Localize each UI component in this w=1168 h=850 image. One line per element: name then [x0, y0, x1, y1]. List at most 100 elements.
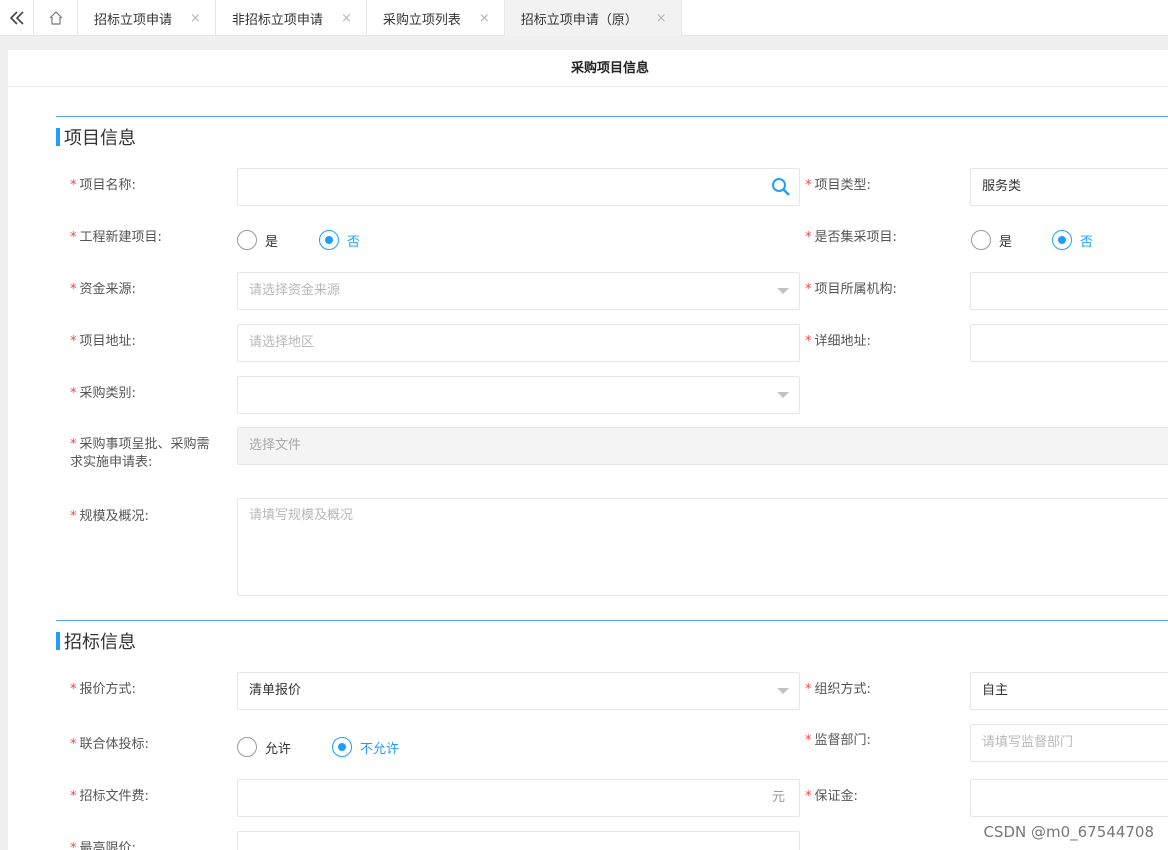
supervise-dept-input[interactable]: 请填写监督部门 [970, 724, 1168, 762]
supervise-dept-label: * 监督部门: [805, 732, 871, 750]
radio-label: 否 [1080, 234, 1094, 250]
select-value: 清单报价 [249, 683, 302, 698]
label-text: 最高限价: [79, 841, 136, 850]
textarea-placeholder: 请填写规模及概况 [249, 508, 354, 523]
label-text: 监督部门: [814, 733, 871, 748]
centralized-yes-radio[interactable]: 是 [971, 230, 1012, 250]
radio-label: 是 [265, 234, 279, 250]
org-method-field[interactable]: 自主 [970, 672, 1168, 710]
new-construction-no-radio[interactable]: 否 [319, 230, 360, 250]
label-text: 详细地址: [814, 334, 871, 349]
radio-label: 允许 [265, 741, 292, 757]
label-text: 组织方式: [814, 682, 871, 697]
max-price-label: * 最高限价: [70, 840, 136, 850]
radio-circle [332, 737, 352, 757]
home-icon[interactable] [34, 0, 78, 36]
required-mark: * [70, 509, 77, 524]
label-text: 规模及概况: [79, 509, 149, 524]
watermark: CSDN @m0_67544708 [983, 823, 1154, 841]
required-mark: * [70, 282, 77, 297]
required-mark: * [70, 230, 77, 245]
org-label: * 项目所属机构: [805, 281, 897, 299]
deposit-label: * 保证金: [805, 788, 858, 806]
fund-source-select[interactable]: 请选择资金来源 [237, 272, 800, 310]
file-select-input[interactable]: 选择文件 [237, 427, 1168, 465]
section-marker [56, 128, 60, 146]
label-text: 报价方式: [79, 682, 136, 697]
tab-purchase-list[interactable]: 采购立项列表 × [367, 0, 505, 36]
input-placeholder: 请填写监督部门 [982, 735, 1074, 750]
close-icon[interactable]: × [190, 11, 201, 26]
deposit-input[interactable] [970, 779, 1168, 817]
label-text: 项目地址: [79, 334, 136, 349]
required-mark: * [805, 282, 812, 297]
quote-method-select[interactable]: 清单报价 [237, 672, 800, 710]
scale-textarea[interactable]: 请填写规模及概况 [237, 498, 1168, 596]
radio-circle [1052, 230, 1072, 250]
input-placeholder: 请选择地区 [249, 335, 315, 350]
label-text: 是否集采项目: [814, 230, 897, 245]
input-value: 自主 [982, 683, 1009, 698]
detail-address-input[interactable] [970, 324, 1168, 362]
required-mark: * [70, 682, 77, 697]
consortium-disallow-radio[interactable]: 不允许 [332, 737, 399, 757]
input-value: 服务类 [982, 179, 1022, 194]
radio-circle [319, 230, 339, 250]
radio-circle [237, 230, 257, 250]
search-icon[interactable] [769, 175, 793, 199]
max-price-input[interactable] [237, 831, 800, 850]
close-icon[interactable]: × [479, 11, 490, 26]
section-title-text: 项目信息 [64, 128, 136, 149]
label-text: 采购类别: [79, 386, 136, 401]
consortium-allow-radio[interactable]: 允许 [237, 737, 291, 757]
project-type-label: * 项目类型: [805, 177, 871, 195]
required-mark: * [70, 178, 77, 193]
required-mark: * [70, 737, 77, 752]
tab-non-bid-apply[interactable]: 非招标立项申请 × [216, 0, 367, 36]
required-mark: * [805, 733, 812, 748]
label-text: 项目名称: [79, 178, 136, 193]
centralized-label: * 是否集采项目: [805, 229, 897, 247]
doc-fee-input[interactable]: 元 [237, 779, 800, 817]
required-mark: * [70, 386, 77, 401]
detail-address-label: * 详细地址: [805, 333, 871, 351]
section-title-text: 招标信息 [64, 632, 136, 653]
doc-fee-label: * 招标文件费: [70, 788, 149, 806]
radio-circle [237, 737, 257, 757]
section-marker [56, 632, 60, 650]
purchase-category-select[interactable] [237, 376, 800, 414]
required-mark: * [805, 789, 812, 804]
project-type-field[interactable]: 服务类 [970, 168, 1168, 206]
label-text: 招标文件费: [79, 789, 149, 804]
required-mark: * [805, 334, 812, 349]
radio-label: 否 [347, 234, 361, 250]
tab-label: 采购立项列表 [382, 12, 461, 28]
required-mark: * [70, 789, 77, 804]
collapse-menu-icon[interactable] [0, 0, 34, 36]
section-title-bid: 招标信息 [56, 628, 136, 654]
tab-label: 招标立项申请（原） [520, 12, 638, 28]
tab-label: 非招标立项申请 [231, 12, 323, 28]
label-text: 项目所属机构: [814, 282, 897, 297]
org-input[interactable] [970, 272, 1168, 310]
new-construction-yes-radio[interactable]: 是 [237, 230, 278, 250]
close-icon[interactable]: × [656, 11, 667, 26]
centralized-no-radio[interactable]: 否 [1052, 230, 1093, 250]
form-panel: 采购项目信息 项目信息 * 项目名称: * 项目类型: 服务类 * 工程新建项目: 是… [8, 50, 1168, 850]
project-name-input[interactable] [237, 168, 800, 206]
tab-bid-apply[interactable]: 招标立项申请 × [78, 0, 216, 36]
required-mark: * [70, 334, 77, 349]
required-mark: * [805, 682, 812, 697]
address-input[interactable]: 请选择地区 [237, 324, 800, 362]
caret-down-icon [777, 392, 789, 398]
unit-suffix: 元 [771, 790, 785, 805]
section-divider [56, 620, 1168, 621]
tab-bar: 招标立项申请 × 非招标立项申请 × 采购立项列表 × 招标立项申请（原） × [0, 0, 1168, 36]
close-icon[interactable]: × [341, 11, 352, 26]
required-mark: * [805, 230, 812, 245]
label-text: 联合体投标: [79, 737, 149, 752]
org-method-label: * 组织方式: [805, 681, 871, 699]
scale-label: * 规模及概况: [70, 508, 149, 526]
tab-label: 招标立项申请 [94, 12, 173, 28]
tab-bid-apply-original[interactable]: 招标立项申请（原） × [504, 0, 682, 36]
